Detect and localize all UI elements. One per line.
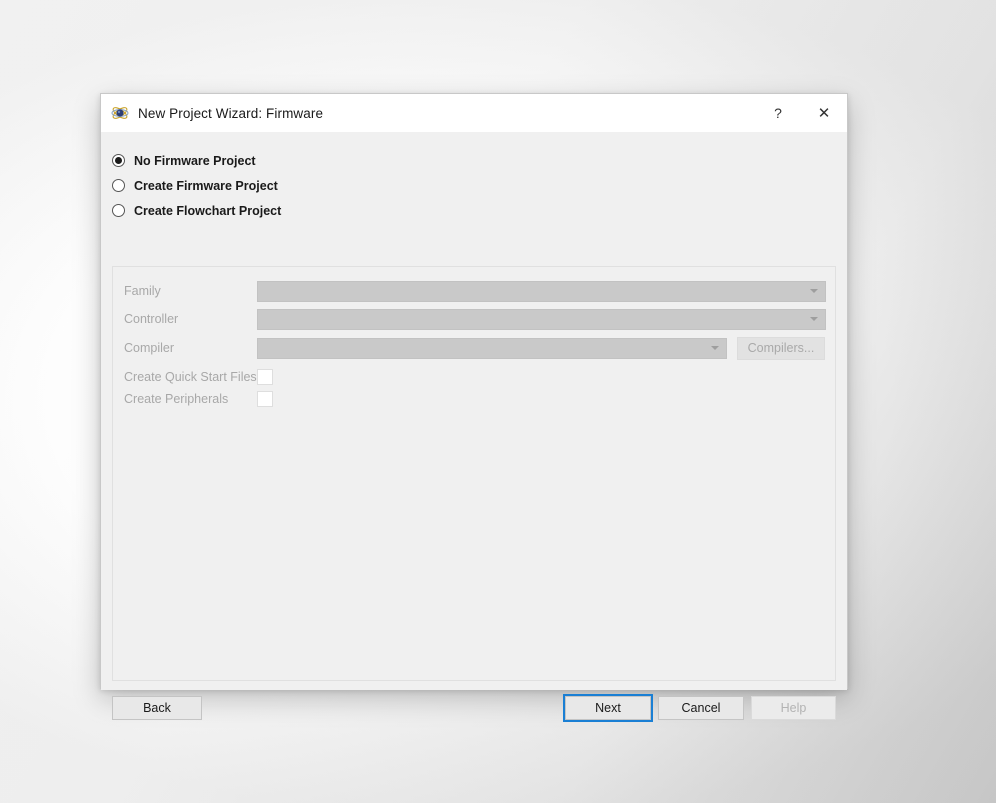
- family-row: Family: [124, 280, 826, 302]
- dialog-title: New Project Wizard: Firmware: [138, 105, 324, 121]
- radio-mark-icon: [112, 179, 125, 192]
- help-button[interactable]: ?: [755, 94, 801, 132]
- quick-start-label: Create Quick Start Files: [124, 370, 257, 384]
- atom-icon: [111, 107, 129, 119]
- peripherals-row: Create Peripherals: [124, 388, 826, 410]
- quick-start-checkbox[interactable]: [257, 369, 273, 385]
- back-button[interactable]: Back: [112, 696, 202, 720]
- new-project-wizard-dialog: New Project Wizard: Firmware ? ✕ No Firm…: [100, 93, 848, 722]
- help-footer-button[interactable]: Help: [751, 696, 836, 720]
- chevron-down-icon: [810, 317, 818, 321]
- compiler-select[interactable]: [257, 337, 727, 359]
- dialog-footer: Back Next Cancel Help: [101, 687, 847, 729]
- family-label: Family: [124, 284, 161, 298]
- radio-label: Create Flowchart Project: [134, 203, 282, 218]
- radio-create-flowchart-project[interactable]: Create Flowchart Project: [112, 198, 281, 223]
- next-button[interactable]: Next: [563, 694, 653, 722]
- controller-label: Controller: [124, 312, 179, 326]
- controller-row: Controller: [124, 308, 826, 330]
- cancel-button[interactable]: Cancel: [658, 696, 744, 720]
- peripherals-label: Create Peripherals: [124, 392, 229, 406]
- compilers-button[interactable]: Compilers...: [737, 336, 825, 360]
- compiler-row: Compiler Compilers...: [124, 336, 826, 360]
- chevron-down-icon: [711, 346, 719, 350]
- radio-mark-icon: [112, 204, 125, 217]
- firmware-settings-panel: Family Controller Compiler Compilers...: [112, 266, 836, 681]
- dialog-titlebar: New Project Wizard: Firmware ? ✕: [101, 94, 847, 133]
- radio-mark-icon: [112, 154, 125, 167]
- compiler-label: Compiler: [124, 341, 175, 355]
- family-select[interactable]: [257, 280, 826, 302]
- titlebar-controls: ? ✕: [755, 94, 847, 132]
- controller-select[interactable]: [257, 308, 826, 330]
- dialog-body: No Firmware Project Create Firmware Proj…: [101, 133, 847, 722]
- close-icon[interactable]: ✕: [801, 94, 847, 132]
- radio-label: No Firmware Project: [134, 153, 256, 168]
- quick-start-row: Create Quick Start Files: [124, 366, 826, 388]
- chevron-down-icon: [810, 289, 818, 293]
- project-type-radio-group: No Firmware Project Create Firmware Proj…: [112, 148, 281, 223]
- peripherals-checkbox[interactable]: [257, 391, 273, 407]
- radio-label: Create Firmware Project: [134, 178, 278, 193]
- radio-no-firmware-project[interactable]: No Firmware Project: [112, 148, 281, 173]
- radio-create-firmware-project[interactable]: Create Firmware Project: [112, 173, 281, 198]
